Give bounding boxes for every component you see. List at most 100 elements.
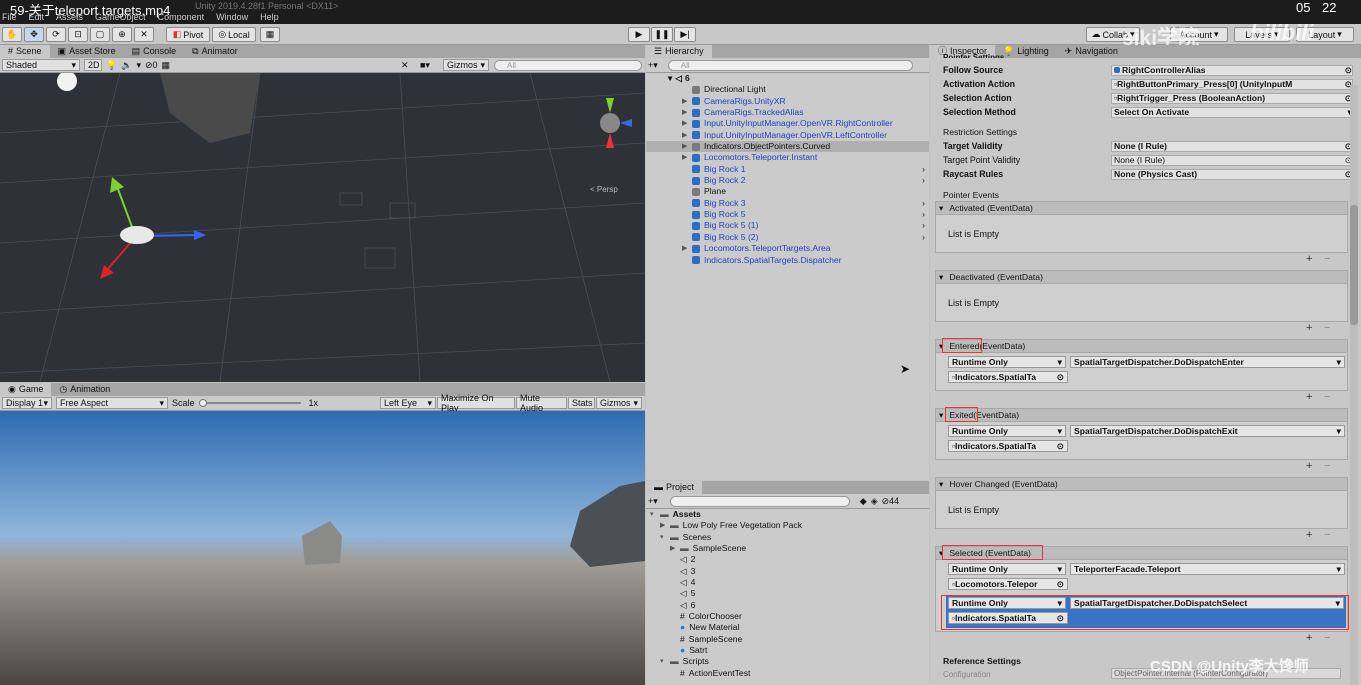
tab-asset-store[interactable]: ▣ Asset Store [50, 45, 124, 58]
tab-animation[interactable]: ◷ Animation [51, 383, 118, 396]
project-item[interactable]: ◁ 6 [646, 600, 929, 611]
shading-mode-dropdown[interactable]: Shaded ▾ [2, 59, 80, 71]
scrollbar-thumb[interactable] [1350, 205, 1358, 325]
chevron-down-icon[interactable]: ▾ [660, 532, 670, 543]
target-point-validity-field[interactable]: None (I Rule) ⊙ [1111, 154, 1353, 166]
project-item[interactable]: # SampleScene [646, 634, 929, 645]
remove-listener-button[interactable]: − [1324, 529, 1330, 541]
chevron-right-icon[interactable]: › [922, 232, 929, 243]
menu-help[interactable]: Help [260, 12, 279, 23]
chevron-right-icon[interactable]: ▶ [682, 152, 692, 163]
tab-project[interactable]: ▬ Project [646, 481, 703, 494]
activated-event-header[interactable]: ▾ Activated (EventData) [935, 201, 1348, 215]
object-picker-icon[interactable]: ⊙ [1057, 579, 1064, 590]
camera-icon[interactable]: ■▾ [420, 60, 430, 71]
rect-tool-button[interactable]: ▢ [90, 27, 110, 42]
hierarchy-item[interactable]: Big Rock 5 › [646, 209, 929, 220]
project-item[interactable]: ◁ 4 [646, 577, 929, 588]
raycast-rules-field[interactable]: None (Physics Cast) ⊙ [1111, 168, 1353, 180]
add-listener-button[interactable]: + [1306, 391, 1312, 403]
chevron-right-icon[interactable]: ▶ [682, 243, 692, 254]
local-toggle[interactable]: ◎ Local [212, 27, 256, 42]
chevron-down-icon[interactable]: ▾ [660, 656, 670, 667]
remove-listener-button[interactable]: − [1324, 322, 1330, 334]
remove-listener-button[interactable]: − [1324, 460, 1330, 472]
project-item[interactable]: # ColorChooser [646, 611, 929, 622]
label-icon[interactable]: ◈ [871, 496, 878, 507]
scene-search-input[interactable]: All [494, 59, 642, 71]
tab-animator[interactable]: ⧉ Animator [184, 45, 245, 58]
hierarchy-item[interactable]: Plane [646, 186, 929, 197]
hidden-packages-icon[interactable]: ⊘44 [882, 496, 900, 507]
menu-component[interactable]: Component [158, 12, 205, 23]
light-icon[interactable]: 💡 [106, 60, 117, 71]
runtime-mode-dropdown[interactable]: Runtime Only ▾ [948, 425, 1066, 437]
transform-tool-button[interactable]: ⊕ [112, 27, 132, 42]
hierarchy-item[interactable]: Big Rock 2 › [646, 175, 929, 186]
menu-window[interactable]: Window [216, 12, 248, 23]
hierarchy-item[interactable]: ▶ Indicators.ObjectPointers.Curved [646, 141, 929, 153]
hierarchy-item[interactable]: Big Rock 5 (2) › [646, 232, 929, 243]
hierarchy-item[interactable]: Indicators.SpatialTargets.Dispatcher [646, 255, 929, 266]
grid-icon[interactable]: ▦ [162, 60, 171, 71]
remove-listener-button[interactable]: − [1324, 253, 1330, 265]
chevron-right-icon[interactable]: › [922, 209, 929, 220]
scale-tool-button[interactable]: ⊡ [68, 27, 88, 42]
pivot-toggle[interactable]: ◧ Pivot [166, 27, 210, 42]
selection-method-dropdown[interactable]: Select On Activate▾ [1111, 106, 1353, 118]
selection-action-field[interactable]: ▫RightTrigger_Press (BooleanAction) ⊙ [1111, 92, 1353, 104]
scale-slider-handle[interactable] [198, 399, 207, 407]
audio-icon[interactable]: 🔈 [121, 60, 132, 71]
function-dropdown[interactable]: SpatialTargetDispatcher.DoDispatchExit ▾ [1070, 425, 1345, 437]
menu-assets[interactable]: Assets [56, 12, 83, 23]
chevron-right-icon[interactable]: ▶ [682, 118, 692, 129]
hierarchy-item[interactable]: ▶ Locomotors.TeleportTargets.Area [646, 243, 929, 254]
chevron-right-icon[interactable]: › [922, 198, 929, 209]
chevron-right-icon[interactable]: ▶ [670, 543, 680, 554]
tab-hierarchy[interactable]: ☰ Hierarchy [646, 45, 712, 58]
add-listener-button[interactable]: + [1306, 529, 1312, 541]
maximize-on-play-toggle[interactable]: Maximize On Play [437, 393, 515, 413]
follow-source-field[interactable]: RightControllerAlias ⊙ [1111, 64, 1353, 76]
rotate-tool-button[interactable]: ⟳ [46, 27, 66, 42]
scene-root-row[interactable]: ▾ ◁ 6 [646, 73, 929, 84]
add-icon[interactable]: +▾ [648, 60, 658, 71]
step-button[interactable]: ▶| [674, 27, 696, 42]
chevron-right-icon[interactable]: › [922, 175, 929, 186]
chevron-right-icon[interactable]: ▶ [660, 520, 670, 531]
hand-tool-button[interactable]: ✋ [2, 27, 22, 42]
hierarchy-item[interactable]: Big Rock 3 › [646, 198, 929, 209]
project-item[interactable]: # ActionEventTest [646, 668, 929, 679]
add-listener-button[interactable]: + [1306, 632, 1312, 644]
effects-icon[interactable]: ▾ [136, 60, 141, 71]
hierarchy-item[interactable]: Big Rock 1 › [646, 164, 929, 175]
add-icon[interactable]: +▾ [648, 496, 658, 507]
hierarchy-search-input[interactable]: All [667, 59, 913, 71]
hierarchy-item[interactable]: ▶ CameraRigs.UnityXR [646, 96, 929, 107]
project-item[interactable]: ▶ ▬ Low Poly Free Vegetation Pack [646, 520, 929, 531]
add-listener-button[interactable]: + [1306, 322, 1312, 334]
tab-navigation[interactable]: ✈ Navigation [1057, 45, 1126, 58]
inspector-scrollbar[interactable] [1350, 85, 1358, 685]
remove-listener-button[interactable]: − [1324, 632, 1330, 644]
remove-listener-button[interactable]: − [1324, 391, 1330, 403]
object-picker-icon[interactable]: ⊙ [1345, 65, 1352, 75]
exited-event-header[interactable]: ▾ Exited (EventData) [935, 408, 1348, 422]
chevron-right-icon[interactable]: ▶ [682, 107, 692, 118]
hierarchy-item[interactable]: ▶ CameraRigs.TrackedAlias [646, 107, 929, 118]
hierarchy-item[interactable]: ▶ Locomotors.Teleporter.Instant [646, 152, 929, 163]
function-dropdown[interactable]: SpatialTargetDispatcher.DoDispatchEnter ▾ [1070, 356, 1345, 368]
gizmos-dropdown[interactable]: Gizmos ▾ [443, 59, 489, 71]
chevron-right-icon[interactable]: ▶ [682, 96, 692, 107]
runtime-mode-dropdown[interactable]: Runtime Only ▾ [948, 563, 1066, 575]
project-search-input[interactable] [669, 495, 850, 507]
tab-scene[interactable]: # Scene [0, 45, 50, 58]
filter-icon[interactable]: ◆ [860, 496, 867, 507]
chevron-right-icon[interactable]: ▶ [682, 130, 692, 141]
tab-console[interactable]: ▤ Console [124, 45, 185, 58]
function-dropdown[interactable]: TeleporterFacade.Teleport ▾ [1070, 563, 1345, 575]
target-validity-field[interactable]: None (I Rule) ⊙ [1111, 140, 1353, 152]
project-item[interactable]: ▾ ▬ Scripts [646, 656, 929, 667]
project-item[interactable]: ● New Material [646, 622, 929, 633]
activation-action-field[interactable]: ▫RightButtonPrimary_Press[0] (UnityInput… [1111, 78, 1353, 90]
